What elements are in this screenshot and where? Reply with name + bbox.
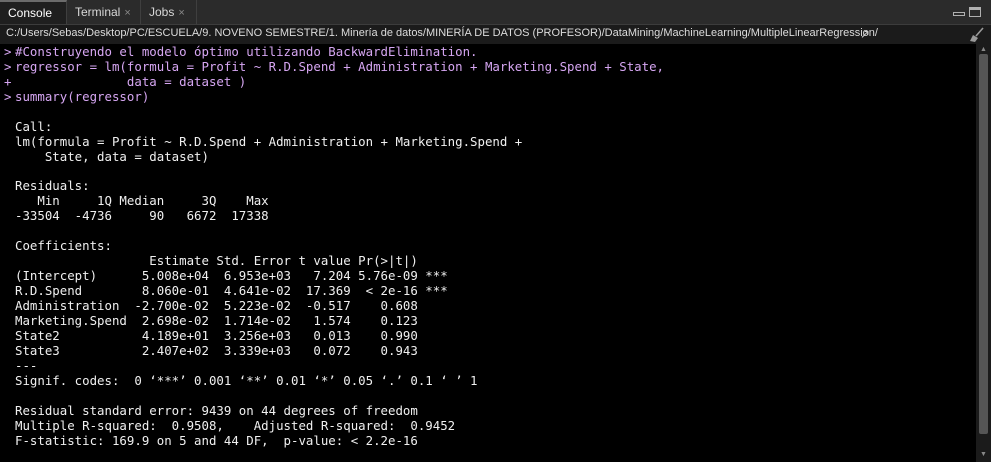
- output-separator: ---: [15, 358, 38, 373]
- working-directory-path: C:/Users/Sebas/Desktop/PC/ESCUELA/9. NOV…: [6, 27, 878, 39]
- output-signif-codes: Signif. codes: 0 ‘***’ 0.001 ‘**’ 0.01 ‘…: [15, 373, 478, 388]
- tab-terminal[interactable]: Terminal ×: [67, 0, 141, 24]
- output-coefficient-row: Administration -2.700e-02 5.223e-02 -0.5…: [15, 298, 448, 313]
- minimize-icon[interactable]: [953, 12, 965, 16]
- close-icon[interactable]: ×: [124, 7, 130, 19]
- output-call-line: lm(formula = Profit ~ R.D.Spend + Admini…: [15, 134, 530, 149]
- output-coefficients-header: Coefficients:: [15, 238, 112, 253]
- tab-terminal-label: Terminal: [75, 5, 121, 19]
- output-r-squared: Multiple R-squared: 0.9508, Adjusted R-s…: [15, 418, 463, 433]
- console-command: data = dataset ): [15, 74, 247, 89]
- scroll-up-icon[interactable]: ▲: [980, 46, 987, 53]
- output-coefficient-row: (Intercept) 5.008e+04 6.953e+03 7.204 5.…: [15, 268, 448, 283]
- console-prompt: >: [4, 59, 12, 74]
- tab-console[interactable]: Console: [0, 0, 67, 24]
- console-output[interactable]: > #Construyendo el modelo óptimo utiliza…: [0, 44, 976, 462]
- console-continuation-prompt: +: [4, 74, 12, 89]
- output-f-statistic: F-statistic: 169.9 on 5 and 44 DF, p-val…: [15, 433, 418, 448]
- scroll-down-icon[interactable]: ▼: [980, 451, 987, 458]
- output-call-line: State, data = dataset): [15, 149, 209, 164]
- console-command: #Construyendo el modelo óptimo utilizand…: [15, 44, 478, 59]
- vertical-scrollbar[interactable]: ▲ ▼: [976, 44, 991, 462]
- output-residuals-header: Residuals:: [15, 178, 90, 193]
- console-prompt: >: [4, 44, 12, 59]
- output-residuals-labels: Min 1Q Median 3Q Max: [15, 193, 277, 208]
- output-call-header: Call:: [15, 119, 53, 134]
- output-residual-error: Residual standard error: 9439 on 44 degr…: [15, 403, 418, 418]
- output-coefficients-columns: Estimate Std. Error t value Pr(>|t|): [15, 253, 448, 268]
- output-coefficient-row: State3 2.407e+02 3.339e+03 0.072 0.943: [15, 343, 448, 358]
- output-residuals-values: -33504 -4736 90 6672 17338: [15, 208, 277, 223]
- pane-tab-bar: Console Terminal × Jobs ×: [0, 0, 991, 25]
- tab-jobs-label: Jobs: [149, 5, 175, 19]
- output-coefficient-row: R.D.Spend 8.060e-01 4.641e-02 17.369 < 2…: [15, 283, 448, 298]
- console-command: regressor = lm(formula = Profit ~ R.D.Sp…: [15, 59, 665, 74]
- window-controls: [951, 5, 985, 19]
- tab-console-label: Console: [8, 6, 53, 20]
- close-icon[interactable]: ×: [178, 7, 184, 19]
- console-command: summary(regressor): [15, 89, 150, 104]
- working-directory-bar: C:/Users/Sebas/Desktop/PC/ESCUELA/9. NOV…: [0, 25, 991, 45]
- scrollbar-thumb[interactable]: [979, 54, 988, 434]
- arrow-icon[interactable]: ↗: [860, 27, 870, 41]
- output-coefficient-row: State2 4.189e+01 3.256e+03 0.013 0.990: [15, 328, 448, 343]
- broom-icon[interactable]: [969, 27, 985, 42]
- maximize-icon[interactable]: [969, 7, 981, 17]
- console-prompt: >: [4, 89, 12, 104]
- output-coefficient-row: Marketing.Spend 2.698e-02 1.714e-02 1.57…: [15, 313, 448, 328]
- tab-jobs[interactable]: Jobs ×: [141, 0, 197, 24]
